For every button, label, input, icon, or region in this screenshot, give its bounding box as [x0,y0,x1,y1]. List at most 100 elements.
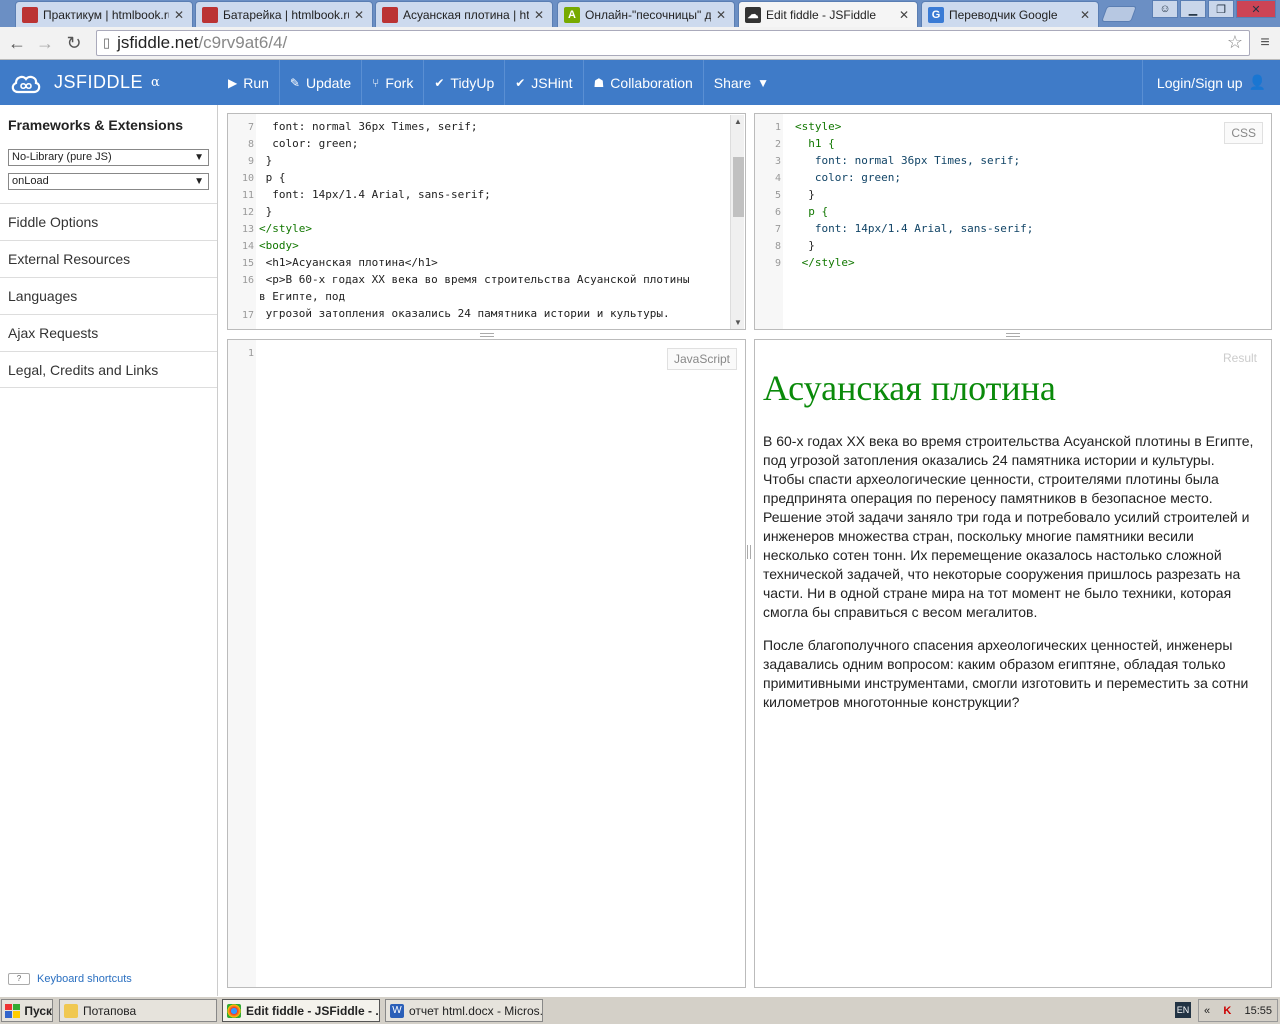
alpha-badge: α [151,75,161,90]
window-close-icon[interactable]: ✕ [1236,0,1276,18]
code-line: } [795,239,815,252]
maximize-icon[interactable]: ❐ [1208,0,1234,18]
url-input[interactable]: ▯ jsfiddle.net/c9rv9at6/4/ ☆ [96,30,1250,56]
text-line: смогла бы справиться с весом мегалитов. [763,604,1038,620]
browser-tab[interactable]: G Переводчик Google ✕ [921,1,1099,27]
taskbar: Пуск Потапова Edit fiddle - JSFiddle - .… [0,996,1280,1024]
toolbar: ▶ Run ✎ Update ⑂ Fork ✔ TidyUp ✔ JSHint ☗ Coll… [218,60,779,105]
javascript-panel-label: JavaScript [666,348,737,370]
user-icon[interactable]: ☺ [1152,0,1178,18]
star-icon[interactable]: ☆ [1227,32,1243,53]
logo[interactable]: JSFIDDLE α [10,60,160,105]
line-number: 16 [241,275,254,286]
code-line: p { [259,171,286,184]
tab-title: Практикум | htmlbook.ru [43,7,169,22]
tab-title: Переводчик Google [949,7,1058,22]
html-editor[interactable]: 7 font: normal 36px Times, serif; 8 colo… [227,113,746,330]
code-line: </style> [259,222,312,235]
javascript-editor[interactable]: 1 JavaScript [227,339,746,988]
google-translate-icon: G [928,6,944,23]
browser-tab[interactable]: Асуанская плотина | htm ✕ [375,1,553,27]
jshint-button[interactable]: ✔ JSHint [505,60,584,105]
result-panel-label: Result [1222,351,1257,365]
taskbar-item-active[interactable]: Edit fiddle - JSFiddle - ... [222,999,380,1022]
line-number: 3 [774,156,781,167]
close-icon[interactable]: ✕ [352,8,366,22]
reload-icon[interactable]: ↻ [63,33,85,53]
code-line: в Египте, под [259,290,346,303]
back-arrow-icon[interactable]: ← [6,33,28,53]
run-button[interactable]: ▶ Run [218,60,280,105]
forward-arrow-icon[interactable]: → [34,33,56,53]
sidebar-item-external-resources[interactable]: External Resources [0,240,217,277]
antivirus-icon[interactable]: K [1223,1005,1231,1017]
menu-icon[interactable]: ≡ [1254,33,1276,53]
login-button[interactable]: Login/Sign up 👤 [1141,60,1280,105]
sidebar-item-legal[interactable]: Legal, Credits and Links [0,351,217,388]
library-select[interactable]: No-Library (pure JS) ▼ [8,149,209,166]
tidyup-label: TidyUp [450,74,495,91]
tab-title: Асуанская плотина | htm [403,7,529,22]
sidebar-item-fiddle-options[interactable]: Fiddle Options [0,203,217,240]
browser-tab[interactable]: A Онлайн-"песочницы" для ✕ [557,1,735,27]
code-line: } [259,205,273,218]
line-number: 10 [241,173,254,184]
browser-tab-active[interactable]: ☁ Edit fiddle - JSFiddle ✕ [738,1,918,27]
tab-title: Edit fiddle - JSFiddle [766,7,877,22]
code-line: h1 { [795,137,835,150]
code-line: font: normal 36px Times, serif; [259,120,478,133]
close-icon[interactable]: ✕ [172,8,186,22]
language-indicator[interactable]: EN [1175,1002,1191,1018]
start-button[interactable]: Пуск [1,999,53,1022]
text-line: под угрозой затопления оказались 24 памя… [763,452,1215,468]
keyboard-shortcuts-link[interactable]: ? Keyboard shortcuts [8,973,132,985]
close-icon[interactable]: ✕ [714,8,728,22]
close-icon[interactable]: ✕ [897,8,911,22]
tray-expand-icon[interactable]: « [1204,1005,1210,1017]
tidyup-button[interactable]: ✔ TidyUp [424,60,506,105]
line-number: 2 [774,139,781,150]
resize-handle[interactable] [1006,333,1020,337]
taskbar-item[interactable]: W отчет html.docx - Micros... [385,999,543,1022]
text-line: предпринята операция по переносу памятни… [763,490,1213,506]
close-icon[interactable]: ✕ [1078,8,1092,22]
close-icon[interactable]: ✕ [532,8,546,22]
check-icon: ✔ [434,75,445,90]
collaboration-button[interactable]: ☗ Collaboration [584,60,704,105]
line-number: 1 [247,348,254,359]
line-number: 15 [241,258,254,269]
line-number: 4 [774,173,781,184]
update-button[interactable]: ✎ Update [280,60,363,105]
taskbar-item[interactable]: Потапова [59,999,217,1022]
browser-tab[interactable]: Практикум | htmlbook.ru ✕ [15,1,193,27]
new-tab-button[interactable] [1101,6,1137,22]
text-line: В 60-х годах XX века во время строительс… [763,433,1254,449]
load-select[interactable]: onLoad ▼ [8,173,209,190]
jsfiddle-header: JSFIDDLE α ▶ Run ✎ Update ⑂ Fork ✔ TidyUp ✔ J… [0,60,1280,105]
scroll-up-icon[interactable]: ▲ [731,117,745,126]
taskbar-item-label: Потапова [83,1003,137,1018]
text-line: После благополучного спасения археологич… [763,637,1233,653]
css-editor[interactable]: CSS 1 <style> 2 h1 { 3 font: normal 36px… [754,113,1272,330]
sidebar-item-languages[interactable]: Languages [0,277,217,314]
resize-handle[interactable] [480,333,494,337]
result-paragraph-2: После благополучного спасения археологич… [763,636,1268,712]
sidebar-title: Frameworks & Extensions [8,117,184,133]
code-line: } [795,188,815,201]
result-panel: Result Асуанская плотина В 60-х годах XX… [754,339,1272,988]
fork-button[interactable]: ⑂ Fork [362,60,425,105]
keyboard-shortcuts-label: Keyboard shortcuts [37,973,132,985]
editor-scrollbar[interactable]: ▲ ▼ [730,115,744,329]
share-button[interactable]: Share ▼ [704,60,779,105]
taskbar-item-label: отчет html.docx - Micros... [409,1003,543,1018]
minimize-icon[interactable]: ▁ [1180,0,1206,18]
browser-tab[interactable]: Батарейка | htmlbook.ru ✕ [195,1,373,27]
scroll-down-icon[interactable]: ▼ [731,318,745,327]
scroll-thumb[interactable] [733,157,744,217]
user-icon: 👤 [1248,74,1266,90]
resize-handle[interactable] [747,545,751,559]
text-line: несколько сотен тонн. Их перемещение ока… [763,547,1222,563]
line-number: 1 [774,122,781,133]
sidebar-item-ajax-requests[interactable]: Ajax Requests [0,314,217,351]
address-bar: ← → ↻ ▯ jsfiddle.net/c9rv9at6/4/ ☆ ≡ [0,27,1280,60]
